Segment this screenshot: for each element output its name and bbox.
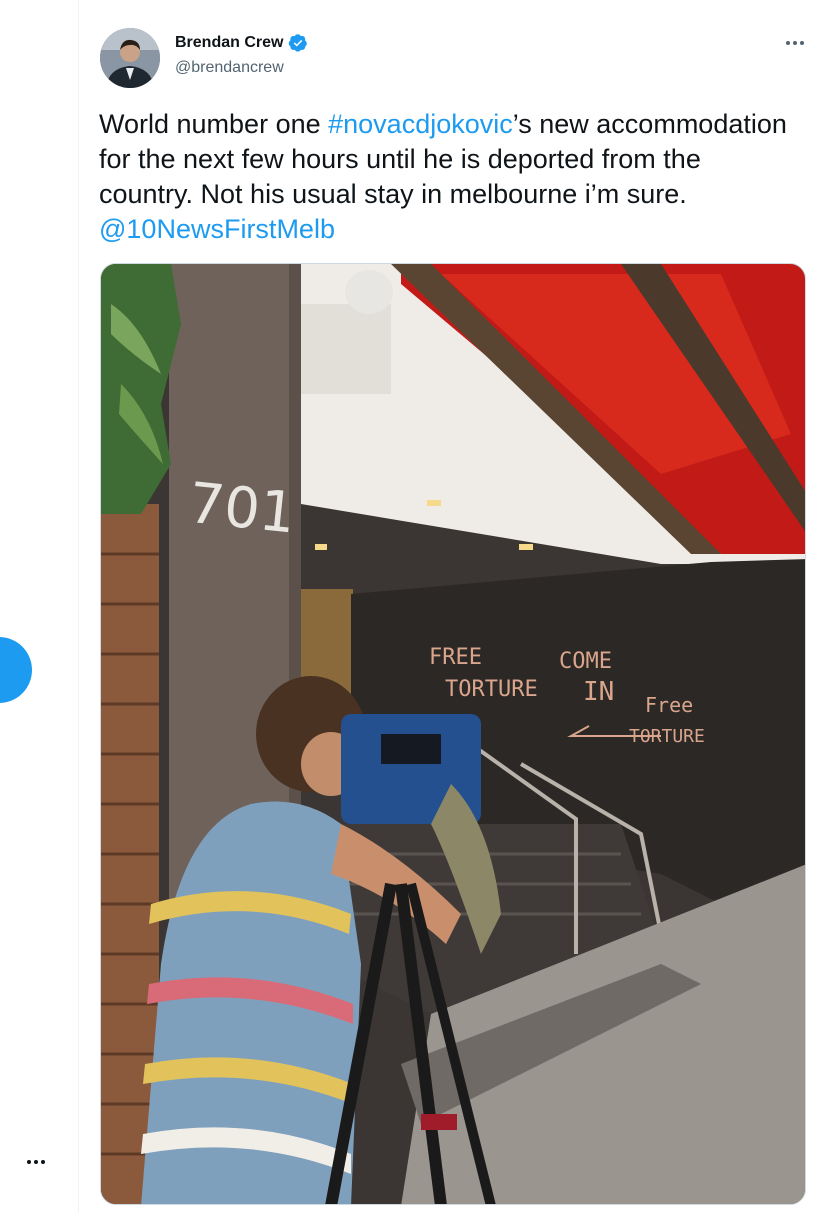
tweet-more-button[interactable] — [780, 31, 810, 55]
building-number: 701 — [185, 471, 298, 547]
display-name[interactable]: Brendan Crew — [175, 34, 283, 52]
user-handle[interactable]: @brendancrew — [175, 59, 284, 77]
tweet-photo[interactable]: 701 FREE TORTURE COME IN Free TORTURE — [100, 263, 806, 1205]
tweet: Brendan Crew @brendancrew World number o… — [80, 0, 826, 1212]
compose-tweet-button[interactable] — [0, 637, 32, 703]
tweet-text: World number one #novacdjokovic’s new ac… — [99, 107, 799, 247]
graffiti-text: TORTURE — [445, 677, 538, 702]
avatar[interactable] — [100, 28, 160, 88]
rail-more-button[interactable] — [24, 1150, 48, 1174]
graffiti-text: Free — [645, 693, 693, 717]
graffiti-text: COME — [559, 649, 612, 674]
hashtag-link[interactable]: #novacdjokovic — [328, 109, 513, 139]
user-name-row[interactable]: Brendan Crew — [175, 33, 308, 53]
photo-scene: 701 FREE TORTURE COME IN Free TORTURE — [101, 264, 805, 1204]
graffiti-text: FREE — [429, 645, 482, 670]
graffiti-text: IN — [583, 677, 614, 707]
more-dots-icon — [786, 41, 804, 45]
mention-link[interactable]: @10NewsFirstMelb — [99, 214, 335, 244]
verified-badge-icon — [289, 34, 308, 52]
more-dots-icon — [27, 1160, 45, 1164]
tweet-text-segment: World number one — [99, 109, 329, 139]
left-rail — [0, 0, 79, 1212]
